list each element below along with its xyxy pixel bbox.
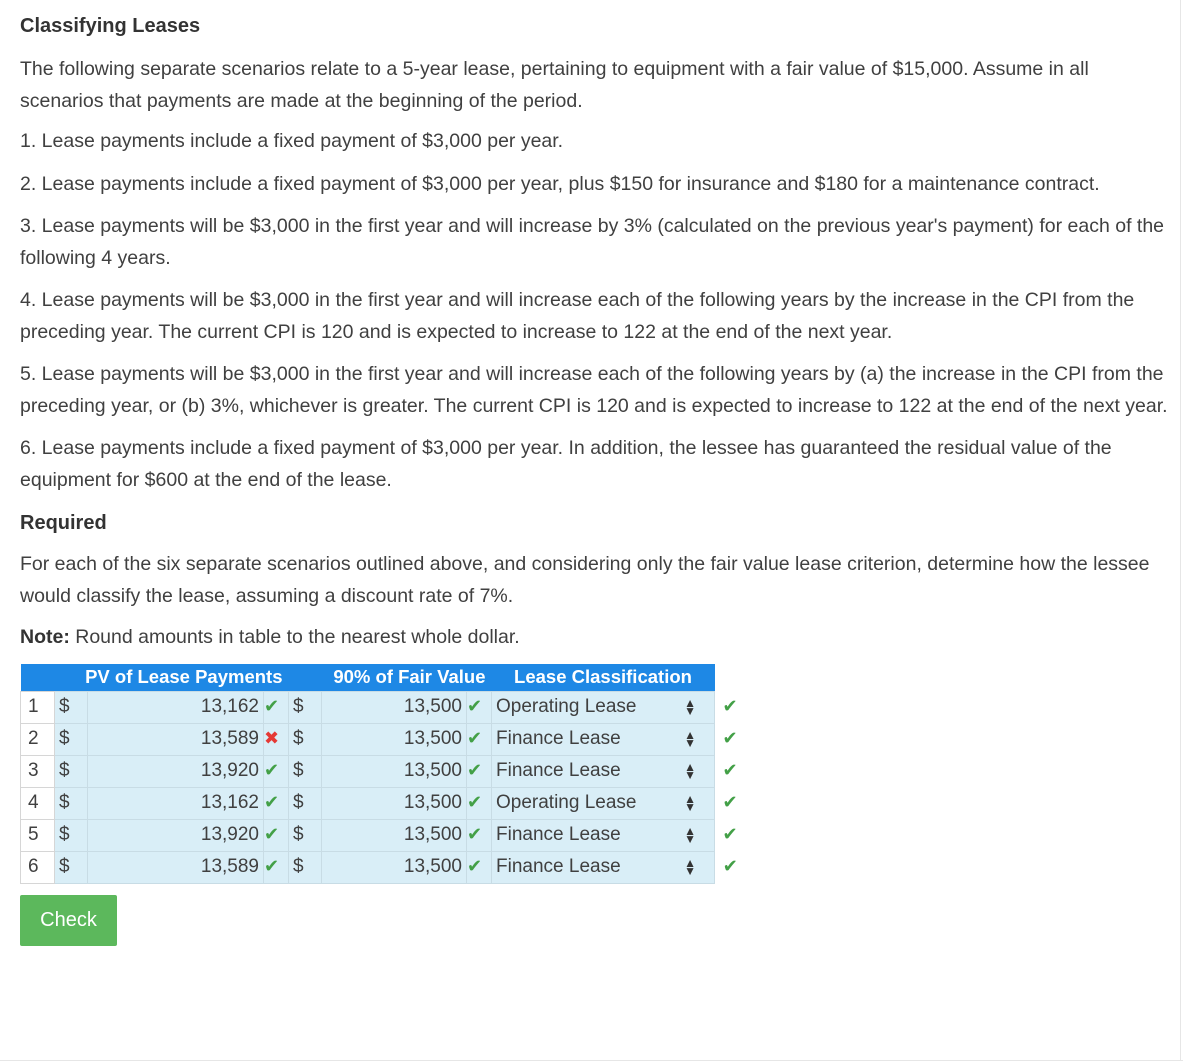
correct-icon: ✔	[722, 760, 738, 780]
correct-icon: ✔	[264, 696, 280, 716]
row-number: 4	[20, 786, 55, 820]
intro-text: The following separate scenarios relate …	[20, 58, 1089, 112]
scenario-4: 4. Lease payments will be $3,000 in the …	[20, 289, 1135, 343]
correct-icon: ✔	[467, 728, 483, 748]
select-arrows-icon: ▲ ▼	[684, 824, 696, 846]
note-label: Note:	[20, 626, 70, 648]
classification-value: Operating Lease	[496, 696, 637, 717]
table-row: 4 $13,162 ✔ $13,500 ✔ Operating Lease ▲ ▼ ✔	[20, 786, 746, 820]
currency-symbol: $	[288, 690, 322, 724]
divider	[1180, 0, 1181, 1061]
classification-value: Finance Lease	[496, 824, 621, 845]
fair-value-input[interactable]: 13,500	[321, 786, 467, 820]
header-fair-value: 90% of Fair Value	[288, 663, 492, 691]
fair-value-input[interactable]: 13,500	[321, 690, 467, 724]
table-row: 5 $13,920 ✔ $13,500 ✔ Finance Lease ▲ ▼ ✔	[20, 818, 746, 852]
classification-select[interactable]: Finance Lease ▲ ▼	[491, 850, 715, 884]
required-text: For each of the six separate scenarios o…	[20, 553, 1150, 607]
currency-symbol: $	[54, 690, 88, 724]
currency-symbol: $	[288, 818, 322, 852]
currency-symbol: $	[54, 818, 88, 852]
classification-select[interactable]: Finance Lease ▲ ▼	[491, 818, 715, 852]
note: Note: Round amounts in table to the near…	[20, 622, 1170, 654]
page-title: Classifying Leases	[20, 15, 201, 37]
currency-symbol: $	[54, 754, 88, 788]
answer-table: PV of Lease Payments 90% of Fair Value L…	[20, 663, 746, 884]
correct-icon: ✔	[264, 792, 280, 812]
correct-icon: ✔	[264, 856, 280, 876]
pv-input[interactable]: 13,589	[87, 850, 264, 884]
row-number: 1	[20, 690, 55, 724]
fair-value-input[interactable]: 13,500	[321, 818, 467, 852]
table-row: 3 $13,920 ✔ $13,500 ✔ Finance Lease ▲ ▼ ✔	[20, 754, 746, 788]
pv-input[interactable]: 13,162	[87, 690, 264, 724]
classification-select[interactable]: Finance Lease ▲ ▼	[491, 754, 715, 788]
correct-icon: ✔	[264, 760, 280, 780]
correct-icon: ✔	[467, 824, 483, 844]
row-number: 2	[20, 722, 55, 756]
pv-input[interactable]: 13,920	[87, 818, 264, 852]
currency-symbol: $	[288, 786, 322, 820]
header-classification: Lease Classification	[491, 663, 715, 691]
currency-symbol: $	[54, 786, 88, 820]
row-number: 5	[20, 818, 55, 852]
correct-icon: ✔	[467, 696, 483, 716]
classification-value: Finance Lease	[496, 760, 621, 781]
currency-symbol: $	[288, 722, 322, 756]
required-heading: Required	[20, 512, 107, 534]
check-button[interactable]: Check	[20, 894, 117, 946]
pv-input[interactable]: 13,920	[87, 754, 264, 788]
fair-value-input[interactable]: 13,500	[321, 754, 467, 788]
row-number: 6	[20, 850, 55, 884]
pv-input[interactable]: 13,589	[87, 722, 264, 756]
scenario-2: 2. Lease payments include a fixed paymen…	[20, 172, 1100, 195]
correct-icon: ✔	[467, 856, 483, 876]
classification-select[interactable]: Operating Lease ▲ ▼	[491, 690, 715, 724]
scenario-3: 3. Lease payments will be $3,000 in the …	[20, 215, 1165, 269]
correct-icon: ✔	[722, 856, 738, 876]
select-arrows-icon: ▲ ▼	[684, 856, 696, 878]
correct-icon: ✔	[467, 792, 483, 812]
table-row: 6 $13,589 ✔ $13,500 ✔ Finance Lease ▲ ▼ ✔	[20, 850, 746, 884]
correct-icon: ✔	[722, 792, 738, 812]
classification-select[interactable]: Operating Lease ▲ ▼	[491, 786, 715, 820]
page: Classifying Leases The following separat…	[0, 0, 1183, 1061]
fair-value-input[interactable]: 13,500	[321, 850, 467, 884]
correct-icon: ✔	[264, 824, 280, 844]
classification-value: Finance Lease	[496, 856, 621, 877]
classification-value: Finance Lease	[496, 728, 621, 749]
header-pv: PV of Lease Payments	[20, 663, 289, 691]
select-arrows-icon: ▲ ▼	[684, 728, 696, 750]
currency-symbol: $	[54, 722, 88, 756]
row-number: 3	[20, 754, 55, 788]
table-row: 2 $13,589 ✖ $13,500 ✔ Finance Lease ▲ ▼ ✔	[20, 722, 746, 756]
classification-select[interactable]: Finance Lease ▲ ▼	[491, 722, 715, 756]
classification-value: Operating Lease	[496, 792, 637, 813]
scenario-5: 5. Lease payments will be $3,000 in the …	[20, 363, 1168, 417]
pv-input[interactable]: 13,162	[87, 786, 264, 820]
select-arrows-icon: ▲ ▼	[684, 696, 696, 718]
note-text: Round amounts in table to the nearest wh…	[69, 626, 520, 648]
correct-icon: ✔	[722, 696, 738, 716]
scenario-1: 1. Lease payments include a fixed paymen…	[20, 130, 564, 152]
correct-icon: ✔	[467, 760, 483, 780]
incorrect-icon: ✖	[264, 728, 280, 748]
currency-symbol: $	[54, 850, 88, 884]
table-row: 1 $13,162 ✔ $13,500 ✔ Operating Lease ▲ ▼ ✔	[20, 690, 746, 724]
fair-value-input[interactable]: 13,500	[321, 722, 467, 756]
question-content: Classifying Leases The following separat…	[20, 0, 1170, 946]
correct-icon: ✔	[722, 728, 738, 748]
currency-symbol: $	[288, 850, 322, 884]
select-arrows-icon: ▲ ▼	[684, 792, 696, 814]
correct-icon: ✔	[722, 824, 738, 844]
select-arrows-icon: ▲ ▼	[684, 760, 696, 782]
scenario-6: 6. Lease payments include a fixed paymen…	[20, 437, 1112, 491]
currency-symbol: $	[288, 754, 322, 788]
